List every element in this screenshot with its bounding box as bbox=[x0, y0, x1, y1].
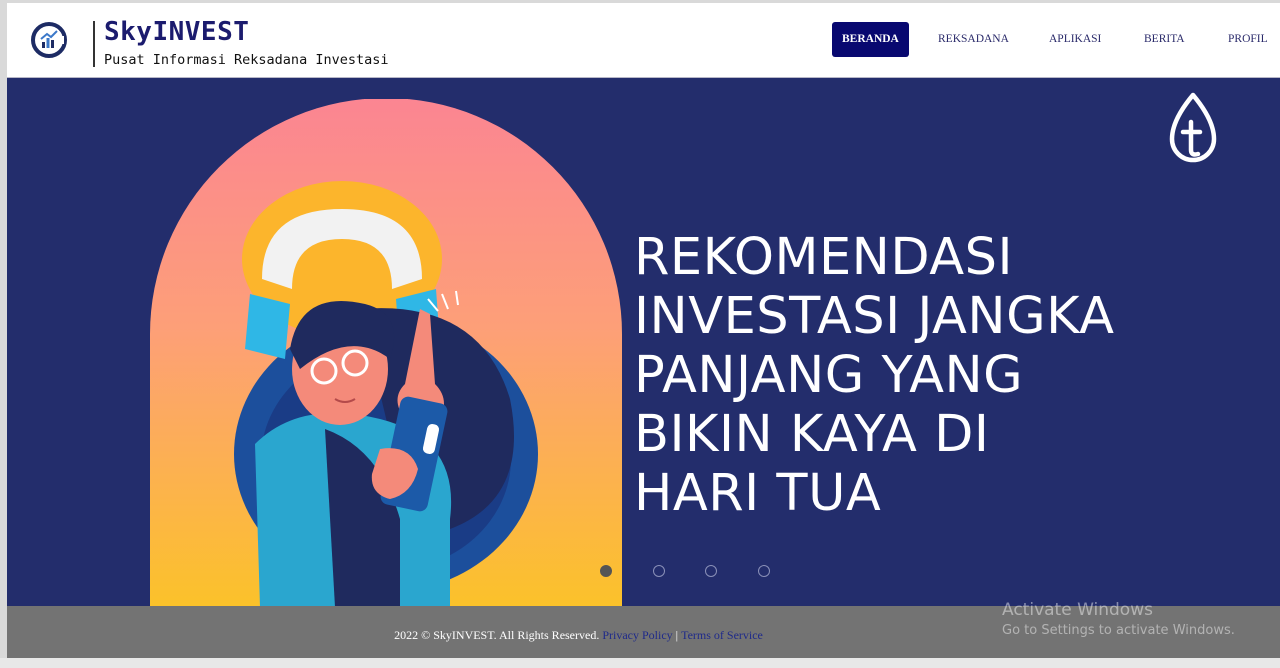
brand-subtitle: Pusat Informasi Reksadana Investasi bbox=[104, 52, 389, 68]
skyinvest-logo-icon[interactable] bbox=[31, 22, 67, 58]
main-nav: BERANDA REKSADANA APLIKASI BERITA PROFIL bbox=[832, 22, 1280, 57]
nav-item-profil[interactable]: PROFIL bbox=[1228, 22, 1268, 57]
hero-carousel: REKOMENDASI INVESTASI JANGKA PANJANG YAN… bbox=[7, 78, 1280, 606]
nav-item-reksadana[interactable]: REKSADANA bbox=[938, 22, 1009, 57]
hero-line: REKOMENDASI bbox=[634, 228, 1014, 287]
carousel-dot[interactable] bbox=[705, 565, 717, 577]
carousel-dot[interactable] bbox=[600, 565, 612, 577]
site-header: SkyINVEST Pusat Informasi Reksadana Inve… bbox=[7, 3, 1280, 77]
hero-line: BIKIN KAYA DI bbox=[634, 405, 990, 464]
nav-item-berita[interactable]: BERITA bbox=[1144, 22, 1185, 57]
footer-copyright: 2022 © SkyINVEST. All Rights Reserved. bbox=[394, 628, 600, 642]
watermark-title: Activate Windows bbox=[1002, 600, 1153, 620]
page: SkyINVEST Pusat Informasi Reksadana Inve… bbox=[7, 3, 1280, 658]
nav-item-beranda[interactable]: BERANDA bbox=[832, 22, 909, 57]
hero-line: HARI TUA bbox=[634, 464, 882, 523]
brand-divider bbox=[93, 21, 95, 67]
footer-separator: | bbox=[675, 628, 679, 642]
nav-item-aplikasi[interactable]: APLIKASI bbox=[1049, 22, 1101, 57]
leaf-t-icon bbox=[1169, 92, 1217, 163]
hero-line: INVESTASI JANGKA bbox=[634, 287, 1115, 346]
carousel-dot[interactable] bbox=[653, 565, 665, 577]
hero-line: PANJANG YANG bbox=[634, 346, 1024, 405]
hero-headline: REKOMENDASI INVESTASI JANGKA PANJANG YAN… bbox=[634, 228, 1194, 523]
carousel-dot[interactable] bbox=[758, 565, 770, 577]
horizontal-scrollbar[interactable] bbox=[0, 658, 1280, 668]
watermark-subtitle: Go to Settings to activate Windows. bbox=[1002, 623, 1235, 638]
brand-title[interactable]: SkyINVEST bbox=[104, 17, 249, 47]
woman-with-phone-illustration bbox=[150, 99, 622, 606]
privacy-policy-link[interactable]: Privacy Policy bbox=[602, 628, 672, 642]
terms-of-service-link[interactable]: Terms of Service bbox=[681, 628, 763, 642]
activate-windows-watermark: Activate Windows Go to Settings to activ… bbox=[1002, 600, 1235, 638]
